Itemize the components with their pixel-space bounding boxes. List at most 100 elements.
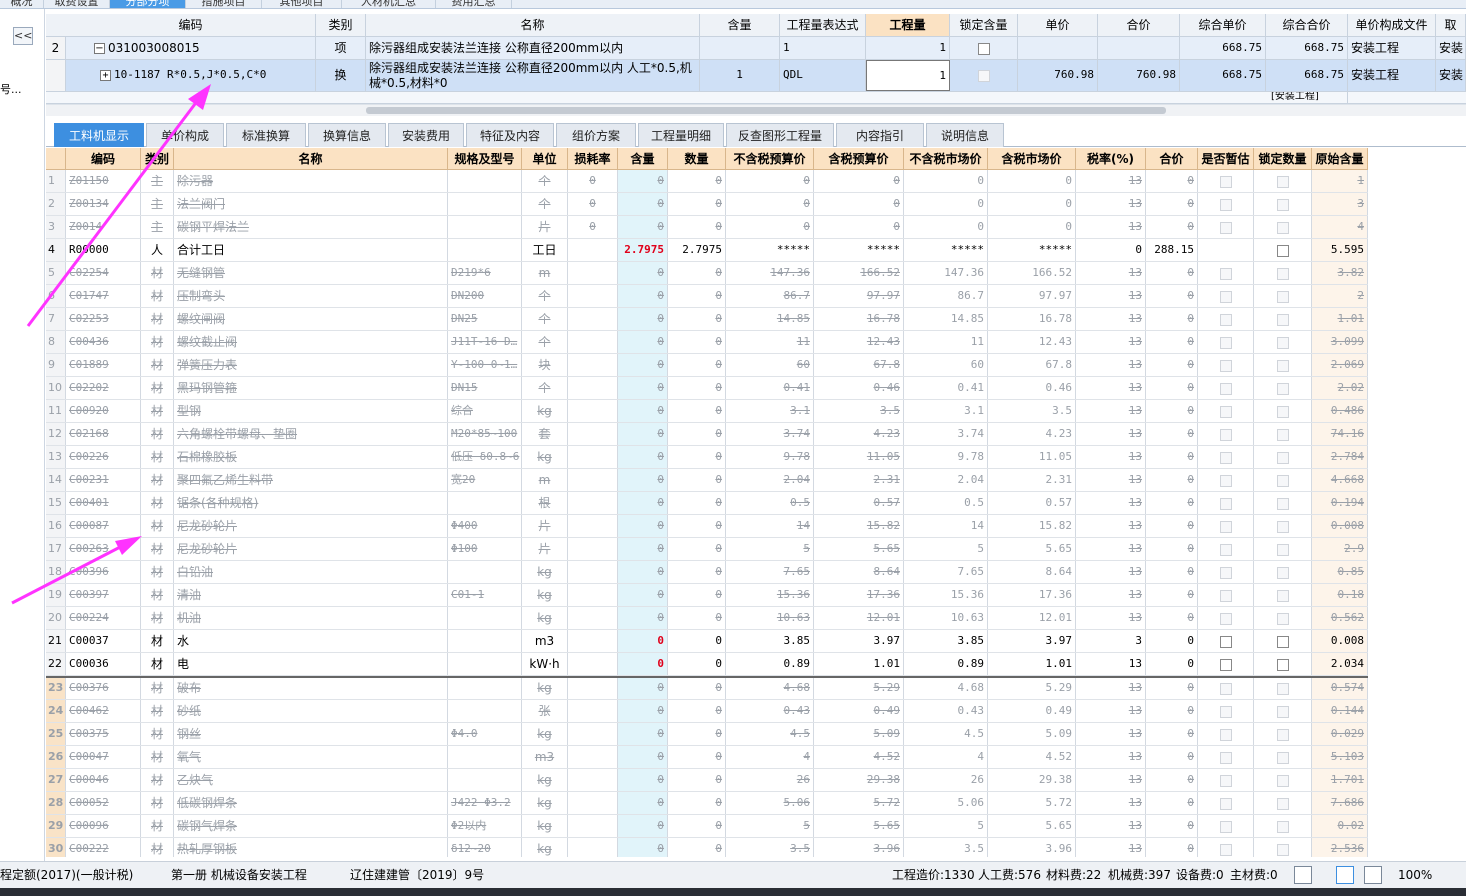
cell-ratio[interactable]: 0: [618, 285, 668, 307]
cell-qty[interactable]: 0: [668, 677, 726, 699]
cell-lockq[interactable]: [1254, 746, 1312, 768]
cell-qty[interactable]: 0: [668, 423, 726, 445]
cell-lockq[interactable]: [1254, 308, 1312, 330]
estimate-checkbox[interactable]: [1219, 198, 1232, 211]
table-row[interactable]: 7 C02253 材螺纹闸阀 DN25 个 0 0 14.85 16.78 14.85 16.78 1…: [46, 308, 1368, 331]
cell-temp[interactable]: [1198, 285, 1254, 307]
estimate-checkbox[interactable]: [1219, 635, 1232, 648]
cell-temp[interactable]: [1198, 700, 1254, 722]
cell-qty[interactable]: 0: [668, 653, 726, 675]
cell-lockq[interactable]: [1254, 216, 1312, 238]
lock-qty-checkbox[interactable]: [1276, 405, 1289, 418]
item-header-5[interactable]: 工程量: [866, 14, 950, 36]
grid-header-4[interactable]: 规格及型号: [448, 148, 522, 169]
detail-tab-4[interactable]: 安装费用: [388, 123, 464, 147]
table-row[interactable]: 11 C00920 材型钢 综合 kg 0 0 3.1 3.5 3.1 3.5 13 0 0.486: [46, 400, 1368, 423]
lock-qty-checkbox[interactable]: [1276, 474, 1289, 487]
cell-qty[interactable]: 0: [668, 262, 726, 284]
cell-qty[interactable]: 0: [668, 769, 726, 791]
cell-qty[interactable]: 0: [668, 331, 726, 353]
grid-header-1[interactable]: 编码: [66, 148, 141, 169]
lock-qty-checkbox[interactable]: [1276, 382, 1289, 395]
cell-ratio[interactable]: 0: [618, 607, 668, 629]
cell-temp[interactable]: [1198, 538, 1254, 560]
cell-ratio[interactable]: 0: [618, 561, 668, 583]
top-tab-5[interactable]: 人材机汇总: [342, 0, 436, 8]
lock-qty-checkbox[interactable]: [1276, 820, 1289, 833]
cell-ratio[interactable]: 0: [618, 584, 668, 606]
top-tab-0[interactable]: 概况: [0, 0, 44, 8]
detail-tab-10[interactable]: 说明信息: [926, 123, 1004, 147]
table-row[interactable]: 26 C00047 材氧气 m3 0 0 4 4.52 4 4.52 13 0 5.103: [46, 746, 1368, 769]
lock-qty-checkbox[interactable]: [1276, 566, 1289, 579]
top-tab-2[interactable]: 分部分项: [110, 0, 186, 8]
cell-qty[interactable]: 0: [668, 446, 726, 468]
estimate-checkbox[interactable]: [1219, 797, 1232, 810]
detail-tab-9[interactable]: 内容指引: [836, 123, 924, 147]
item-header-3[interactable]: 含量: [700, 14, 780, 36]
lock-qty-checkbox[interactable]: [1276, 244, 1289, 257]
table-row[interactable]: 19 C00397 材清油 C01-1 kg 0 0 15.36 17.36 15.36 17.36…: [46, 584, 1368, 607]
estimate-checkbox[interactable]: [1219, 313, 1232, 326]
table-row[interactable]: 4 R00000 人合计工日 工日 2.7975 2.7975 ***** ***** ****…: [46, 239, 1368, 262]
estimate-checkbox[interactable]: [1219, 774, 1232, 787]
item-header-1[interactable]: 类别: [316, 14, 366, 36]
cell-lockq[interactable]: [1254, 331, 1312, 353]
detail-tab-0[interactable]: 工料机显示: [54, 123, 144, 147]
cell-lockq[interactable]: [1254, 285, 1312, 307]
cell-qty[interactable]: 0: [668, 377, 726, 399]
cell-qty[interactable]: 2.7975: [668, 239, 726, 261]
table-row[interactable]: 9 C01889 材弹簧压力表 Y-100 0~1… 块 0 0 60 67.8 60 67.8 13…: [46, 354, 1368, 377]
grid-header-17[interactable]: 原始含量: [1312, 148, 1368, 169]
cell-lockq[interactable]: [1254, 769, 1312, 791]
cell-ratio[interactable]: 0: [618, 331, 668, 353]
cell-ratio[interactable]: 0: [618, 262, 668, 284]
estimate-checkbox[interactable]: [1219, 843, 1232, 856]
cell-qty[interactable]: 0: [668, 838, 726, 857]
grid-header-7[interactable]: 含量: [618, 148, 668, 169]
item-cell-lock[interactable]: [950, 37, 1018, 59]
cell-ratio[interactable]: 0: [618, 446, 668, 468]
lock-qty-checkbox[interactable]: [1276, 797, 1289, 810]
cell-lockq[interactable]: [1254, 400, 1312, 422]
estimate-checkbox[interactable]: [1219, 497, 1232, 510]
table-row[interactable]: 16 C00087 材尼龙砂轮片 Φ400 片 0 0 14 15.82 14 15.82 13 0 0.…: [46, 515, 1368, 538]
table-row[interactable]: 17 C00263 材尼龙砂轮片 Φ100 片 0 0 5 5.65 5 5.65 13 0 2.9: [46, 538, 1368, 561]
estimate-checkbox[interactable]: [1219, 267, 1232, 280]
grid-header-11[interactable]: 不含税市场价: [904, 148, 988, 169]
cell-temp[interactable]: [1198, 423, 1254, 445]
cell-temp[interactable]: [1198, 262, 1254, 284]
lock-qty-checkbox[interactable]: [1276, 175, 1289, 188]
table-row[interactable]: 30 C00222 材热轧厚钢板 δ12~20 kg 0 0 3.5 3.96 3.5 3.96 13…: [46, 838, 1368, 857]
cell-qty[interactable]: 0: [668, 561, 726, 583]
lock-qty-checkbox[interactable]: [1276, 336, 1289, 349]
collapse-panel-button[interactable]: <<: [13, 27, 33, 45]
cell-temp[interactable]: [1198, 653, 1254, 675]
cell-lockq[interactable]: [1254, 377, 1312, 399]
detail-tab-7[interactable]: 工程量明细: [638, 123, 724, 147]
cell-qty[interactable]: 0: [668, 746, 726, 768]
cell-lockq[interactable]: [1254, 354, 1312, 376]
table-row[interactable]: 14 C00231 材聚四氟乙烯生料带 宽20 m 0 0 2.04 2.31 2.04 2.31 1…: [46, 469, 1368, 492]
cell-qty[interactable]: 0: [668, 308, 726, 330]
item-header-11[interactable]: 单价构成文件: [1348, 14, 1436, 36]
cell-temp[interactable]: [1198, 354, 1254, 376]
cell-ratio[interactable]: 0: [618, 515, 668, 537]
expand-icon[interactable]: +: [100, 69, 111, 81]
detail-tab-8[interactable]: 反查图形工程量: [726, 123, 834, 147]
cell-temp[interactable]: [1198, 377, 1254, 399]
lock-qty-checkbox[interactable]: [1276, 543, 1289, 556]
cell-temp[interactable]: [1198, 838, 1254, 857]
cell-lockq[interactable]: [1254, 239, 1312, 261]
cell-ratio[interactable]: 0: [618, 216, 668, 238]
item-header-0[interactable]: 编码: [66, 14, 316, 36]
lock-qty-checkbox[interactable]: [1276, 359, 1289, 372]
estimate-checkbox[interactable]: [1219, 290, 1232, 303]
table-row[interactable]: 15 C00401 材锯条(各种规格) 根 0 0 0.5 0.57 0.5 0.57 13 0 0.1…: [46, 492, 1368, 515]
item-header-4[interactable]: 工程量表达式: [780, 14, 866, 36]
cell-temp[interactable]: [1198, 446, 1254, 468]
table-row[interactable]: 10 C02202 材黑玛钢管箍 DN15 个 0 0 0.41 0.46 0.41 0.46 13 0…: [46, 377, 1368, 400]
table-row[interactable]: 3 Z0014 主碳钢平焊法兰 片 0 0 0 0 0 0 0 13 0 4: [46, 216, 1368, 239]
item-header-8[interactable]: 合价: [1098, 14, 1180, 36]
cell-qty[interactable]: 0: [668, 216, 726, 238]
